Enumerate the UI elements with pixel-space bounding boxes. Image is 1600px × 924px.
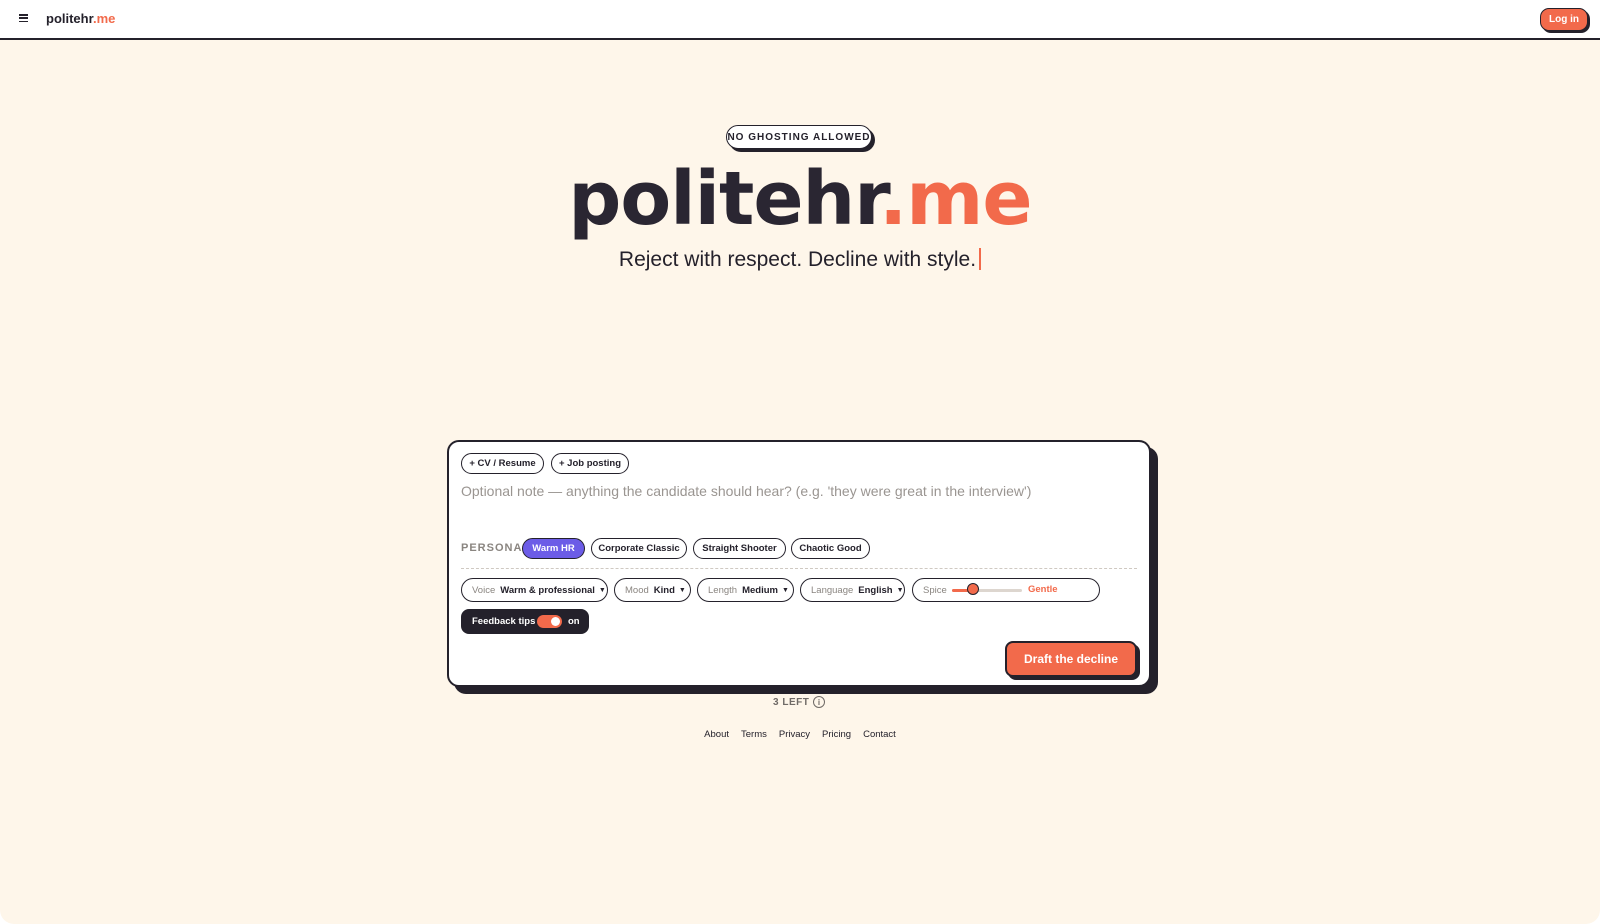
- chevron-down-icon: ▼: [781, 586, 789, 594]
- spice-value: Gentle: [1028, 584, 1058, 595]
- hero-badge: NO GHOSTING ALLOWED: [726, 125, 872, 149]
- mood-select[interactable]: Mood Kind ▼: [614, 578, 691, 602]
- attach-job-posting-button[interactable]: + Job posting: [551, 453, 629, 474]
- info-icon[interactable]: i: [813, 696, 825, 708]
- hero-title: politehr.me: [568, 156, 1032, 242]
- text-caret: [979, 248, 982, 270]
- persona-straight-shooter[interactable]: Straight Shooter: [693, 538, 786, 559]
- footer-link-privacy[interactable]: Privacy: [779, 729, 810, 740]
- chevron-down-icon: ▼: [598, 586, 606, 594]
- footer-link-pricing[interactable]: Pricing: [822, 729, 851, 740]
- chevron-down-icon: ▼: [678, 586, 686, 594]
- length-select[interactable]: Length Medium ▼: [697, 578, 794, 602]
- footer-links: About Terms Privacy Pricing Contact: [0, 729, 1600, 740]
- persona-label: PERSONA: [461, 542, 523, 554]
- brand-logo[interactable]: politehr.me: [46, 11, 115, 26]
- spice-slider-track[interactable]: [952, 589, 1022, 592]
- language-select[interactable]: Language English ▼: [800, 578, 905, 602]
- menu-icon[interactable]: [19, 14, 28, 23]
- attach-cv-button[interactable]: + CV / Resume: [461, 453, 544, 474]
- persona-corporate-classic[interactable]: Corporate Classic: [591, 538, 687, 559]
- footer-link-terms[interactable]: Terms: [741, 729, 767, 740]
- toggle-switch[interactable]: [537, 615, 562, 628]
- options-divider: [461, 568, 1137, 569]
- persona-warm-hr[interactable]: Warm HR: [522, 538, 585, 559]
- hero-tagline: Reject with respect. Decline with style.: [0, 248, 1600, 272]
- quota-count: 3 LEFT: [773, 697, 810, 708]
- note-input[interactable]: [461, 483, 1121, 499]
- persona-chaotic-good[interactable]: Chaotic Good: [791, 538, 870, 559]
- voice-select[interactable]: Voice Warm & professional ▼: [461, 578, 608, 602]
- spice-slider-handle[interactable]: [967, 583, 979, 595]
- feedback-tips-toggle[interactable]: Feedback tips on: [461, 609, 589, 634]
- chevron-down-icon: ▼: [896, 586, 904, 594]
- footer-link-about[interactable]: About: [704, 729, 729, 740]
- page: politehr.me Log in NO GHOSTING ALLOWED p…: [0, 0, 1600, 924]
- draft-decline-button[interactable]: Draft the decline: [1005, 641, 1137, 677]
- footer-link-contact[interactable]: Contact: [863, 729, 896, 740]
- login-button[interactable]: Log in: [1540, 8, 1588, 31]
- top-bar: politehr.me Log in: [0, 0, 1600, 40]
